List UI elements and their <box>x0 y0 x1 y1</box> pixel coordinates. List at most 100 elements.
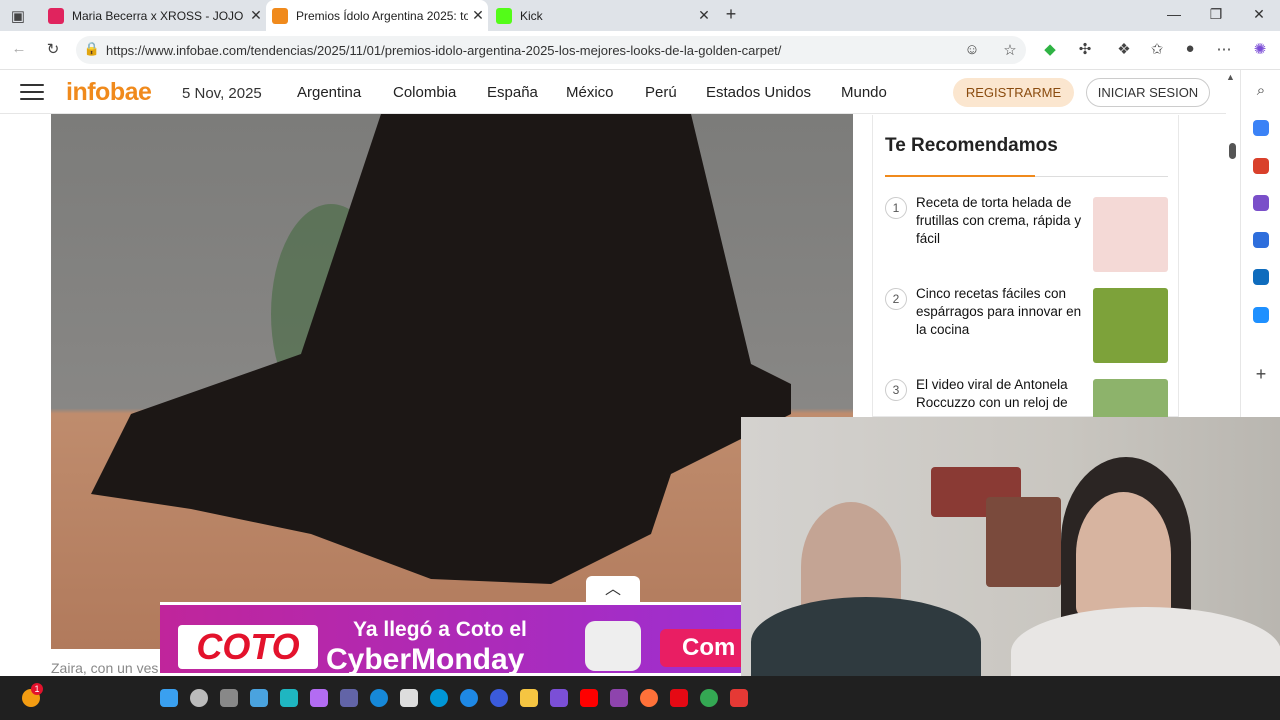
nav-espana[interactable]: España <box>487 84 538 101</box>
recommended-panel: Te Recomendamos 1 Receta de torta helada… <box>872 115 1179 417</box>
more-menu-icon[interactable]: ⋯ <box>1214 40 1234 58</box>
lock-icon[interactable]: 🔒 <box>82 41 102 57</box>
reader-icon[interactable]: ☺ <box>962 41 982 58</box>
site-header: infobae 5 Nov, 2025 Argentina Colombia E… <box>0 70 1226 114</box>
item-title[interactable]: El video viral de Antonela Roccuzzo con … <box>916 379 1086 412</box>
games-icon[interactable] <box>1253 195 1269 211</box>
header-date: 5 Nov, 2025 <box>182 85 262 102</box>
search-icon[interactable]: ⌕ <box>1251 82 1271 99</box>
scroll-up-icon[interactable]: ▲ <box>1226 72 1235 82</box>
register-button[interactable]: REGISTRARME <box>953 78 1074 107</box>
favorite-star-icon[interactable]: ☆ <box>1000 41 1020 59</box>
kick-favicon-icon <box>496 7 512 24</box>
ad-title: CyberMonday <box>326 643 525 673</box>
close-tab-icon[interactable]: ✕ <box>246 7 266 24</box>
restore-icon[interactable]: ❐ <box>1206 6 1226 23</box>
widgets-icon[interactable] <box>250 689 268 707</box>
start-icon[interactable] <box>160 689 178 707</box>
add-sidebar-app-icon[interactable]: + <box>1251 364 1271 385</box>
youtube-favicon-icon <box>48 7 64 24</box>
nav-mexico[interactable]: México <box>566 84 614 101</box>
item-thumbnail[interactable] <box>1093 288 1168 363</box>
menu-hamburger-icon[interactable] <box>20 84 44 102</box>
item-number: 2 <box>885 288 907 310</box>
nav-estados-unidos[interactable]: Estados Unidos <box>706 84 811 101</box>
store-icon[interactable] <box>400 689 418 707</box>
ad-cta-button[interactable]: Com <box>660 629 741 667</box>
minimize-icon[interactable]: — <box>1164 6 1184 22</box>
profile-icon[interactable]: ● <box>1180 40 1200 57</box>
task-view-icon[interactable] <box>220 689 238 707</box>
item-number: 1 <box>885 197 907 219</box>
nav-peru[interactable]: Perú <box>645 84 677 101</box>
recommended-title: Te Recomendamos <box>885 135 1058 156</box>
item-title[interactable]: Receta de torta helada de frutillas con … <box>916 194 1086 248</box>
sidebar-app-icon[interactable] <box>1253 120 1269 136</box>
performance-icon[interactable]: ❖ <box>1114 40 1134 58</box>
file-explorer-icon[interactable] <box>520 689 538 707</box>
nav-colombia[interactable]: Colombia <box>393 84 456 101</box>
person-left-body <box>751 597 981 676</box>
outlook-icon[interactable] <box>1253 269 1269 285</box>
tab-actions-icon[interactable]: ▣ <box>8 7 28 25</box>
netflix-icon[interactable] <box>670 689 688 707</box>
edge-dev-icon[interactable] <box>280 689 298 707</box>
browser-toolbar: ← ↻ 🔒 https://www.infobae.com/tendencias… <box>0 31 1280 70</box>
chrome-icon[interactable] <box>700 689 718 707</box>
recommended-item[interactable]: 2 Cinco recetas fáciles con espárragos p… <box>885 285 1168 368</box>
send-icon[interactable] <box>1253 307 1269 323</box>
photo-caption: Zaira, con un ves <box>51 660 159 676</box>
ad-banner[interactable]: COTO Ya llegó a Coto el CyberMonday Com <box>160 602 741 673</box>
item-thumbnail[interactable] <box>1093 197 1168 272</box>
firefox-icon[interactable] <box>640 689 658 707</box>
app-icon[interactable] <box>550 689 568 707</box>
hp-icon[interactable] <box>430 689 448 707</box>
refresh-icon[interactable]: ↻ <box>43 40 63 58</box>
search-icon[interactable] <box>190 689 208 707</box>
tab-strip: ▣ Maria Becerra x XROSS - JOJO (OF ✕ Pre… <box>0 0 1280 31</box>
app-icon[interactable] <box>490 689 508 707</box>
ad-collapse-chevron-up-icon[interactable]: ︿ <box>586 576 640 603</box>
tab-kick[interactable]: Kick ✕ <box>488 0 714 31</box>
item-thumbnail[interactable] <box>1093 379 1168 417</box>
edge-icon[interactable] <box>370 689 388 707</box>
recommended-item[interactable]: 1 Receta de torta helada de frutillas co… <box>885 194 1168 277</box>
ad-logo: COTO <box>178 625 318 669</box>
copilot-icon[interactable]: ✺ <box>1250 40 1270 58</box>
item-title[interactable]: Cinco recetas fáciles con espárragos par… <box>916 285 1086 339</box>
address-bar[interactable]: 🔒 https://www.infobae.com/tendencias/202… <box>76 36 1026 64</box>
infobae-logo[interactable]: infobae <box>66 78 152 107</box>
nav-mundo[interactable]: Mundo <box>841 84 887 101</box>
new-tab-button[interactable]: + <box>721 4 741 25</box>
teams-icon[interactable] <box>340 689 358 707</box>
close-window-icon[interactable]: ✕ <box>1249 6 1269 23</box>
article-photo <box>51 114 853 649</box>
person-right-body <box>1011 607 1280 676</box>
login-button[interactable]: INICIAR SESION <box>1086 78 1210 107</box>
clipchamp-icon[interactable] <box>610 689 628 707</box>
extension-icon[interactable]: ◆ <box>1040 40 1060 58</box>
ad-headline: Ya llegó a Coto el <box>353 618 527 641</box>
page-scrollbar[interactable] <box>1229 143 1236 159</box>
url-text: https://www.infobae.com/tendencias/2025/… <box>106 43 782 58</box>
close-tab-icon[interactable]: ✕ <box>468 7 488 24</box>
office-icon[interactable] <box>1253 232 1269 248</box>
youtube-icon[interactable] <box>580 689 598 707</box>
notification-badge: 1 <box>31 683 43 695</box>
extensions-puzzle-icon[interactable]: ✣ <box>1075 40 1095 58</box>
tab-youtube[interactable]: Maria Becerra x XROSS - JOJO (OF ✕ <box>40 0 266 31</box>
tools-icon[interactable] <box>1253 158 1269 174</box>
nav-argentina[interactable]: Argentina <box>297 84 361 101</box>
copilot-icon[interactable] <box>310 689 328 707</box>
help-icon[interactable] <box>460 689 478 707</box>
toaster-image <box>585 621 641 671</box>
tab-title: Maria Becerra x XROSS - JOJO (OF <box>72 8 246 23</box>
back-icon[interactable]: ← <box>9 40 29 57</box>
recommended-item[interactable]: 3 El video viral de Antonela Roccuzzo co… <box>885 379 1168 417</box>
tab-infobae[interactable]: Premios Ídolo Argentina 2025: to ✕ <box>266 0 488 31</box>
favorites-icon[interactable]: ✩ <box>1147 40 1167 58</box>
app-icon[interactable] <box>730 689 748 707</box>
close-tab-icon[interactable]: ✕ <box>694 7 714 24</box>
tab-title: Kick <box>520 8 543 23</box>
webcam-overlay <box>741 417 1280 676</box>
